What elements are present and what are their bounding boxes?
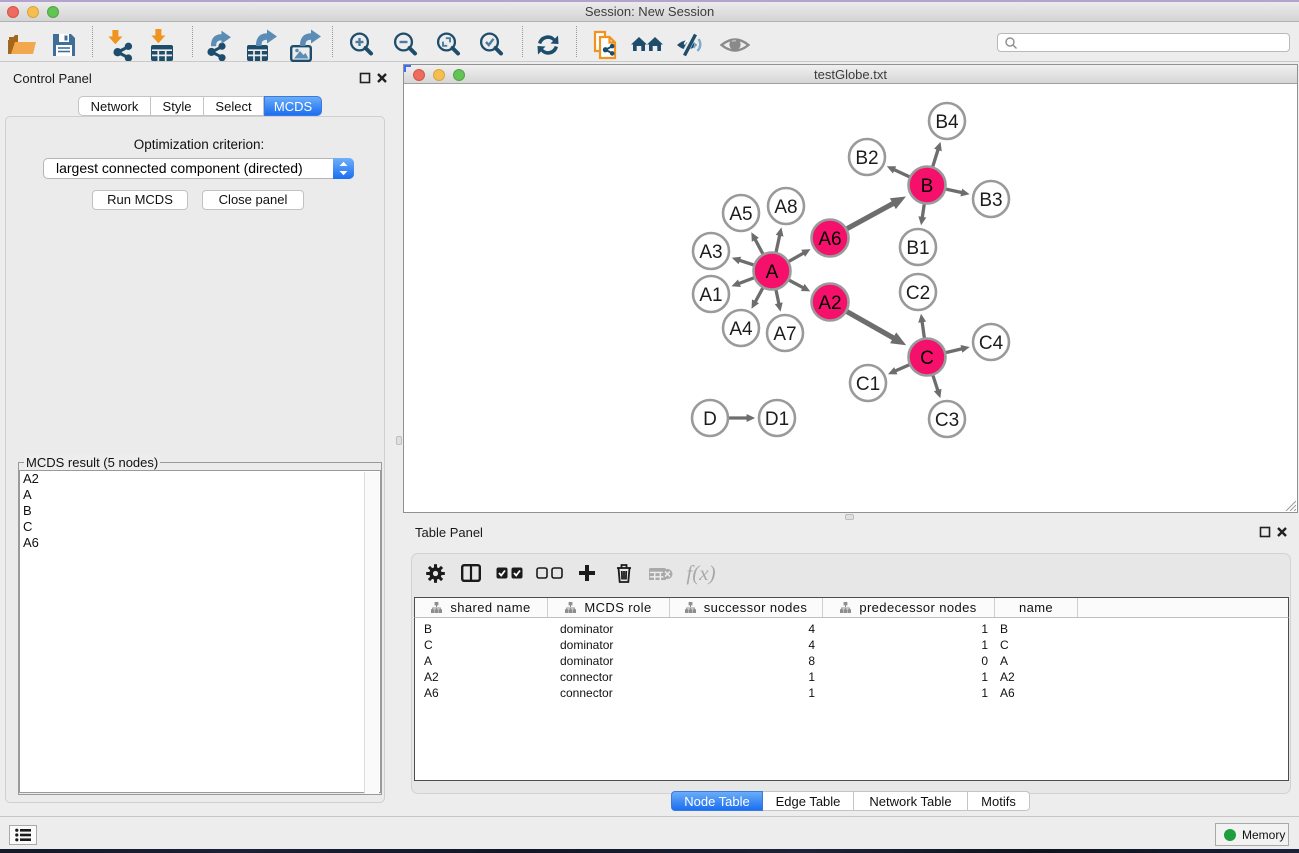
- svg-text:A7: A7: [773, 324, 796, 345]
- svg-text:D: D: [703, 409, 717, 430]
- svg-text:B1: B1: [906, 238, 929, 259]
- svg-text:C: C: [920, 348, 934, 369]
- svg-text:B2: B2: [855, 148, 878, 169]
- svg-text:B3: B3: [979, 190, 1002, 211]
- svg-text:C1: C1: [856, 374, 880, 395]
- svg-text:A4: A4: [729, 319, 753, 340]
- svg-text:B4: B4: [935, 112, 959, 133]
- svg-text:A8: A8: [774, 197, 797, 218]
- svg-text:A3: A3: [699, 242, 722, 263]
- svg-text:C2: C2: [906, 283, 930, 304]
- svg-text:A2: A2: [818, 293, 841, 314]
- svg-text:A1: A1: [699, 285, 722, 306]
- svg-text:D1: D1: [765, 409, 789, 430]
- svg-text:A: A: [766, 262, 779, 283]
- svg-text:C3: C3: [935, 410, 959, 431]
- svg-text:A6: A6: [818, 229, 841, 250]
- svg-text:A5: A5: [729, 204, 752, 225]
- svg-text:C4: C4: [979, 333, 1004, 354]
- svg-text:B: B: [921, 176, 934, 197]
